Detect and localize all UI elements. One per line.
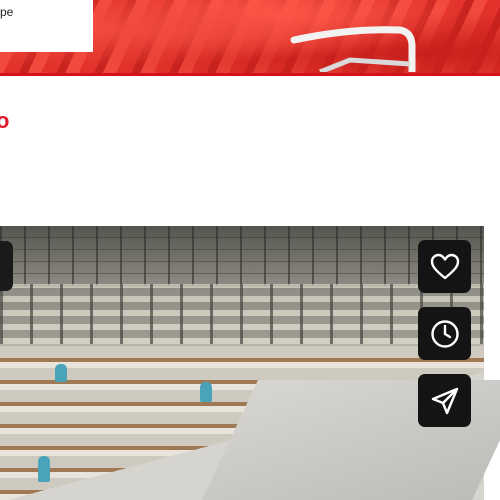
watch-later-button[interactable] xyxy=(418,307,471,360)
header-banner-image: pe xyxy=(0,0,500,76)
send-icon xyxy=(431,387,458,414)
share-button[interactable] xyxy=(418,374,471,427)
hanger-icon xyxy=(290,26,416,72)
carousel-prev-tab[interactable] xyxy=(0,241,13,291)
factory-racks xyxy=(0,284,484,344)
banner-caption: pe xyxy=(0,5,14,19)
favorite-button[interactable] xyxy=(418,240,471,293)
clock-icon xyxy=(430,319,459,348)
banner-text-card: pe xyxy=(0,0,93,52)
worker-figure xyxy=(38,456,50,482)
factory-roof xyxy=(0,226,484,286)
heart-icon xyxy=(430,253,459,279)
worker-figure xyxy=(55,364,67,382)
brand-heading-fragment: o xyxy=(0,108,10,133)
worker-figure xyxy=(200,382,212,402)
